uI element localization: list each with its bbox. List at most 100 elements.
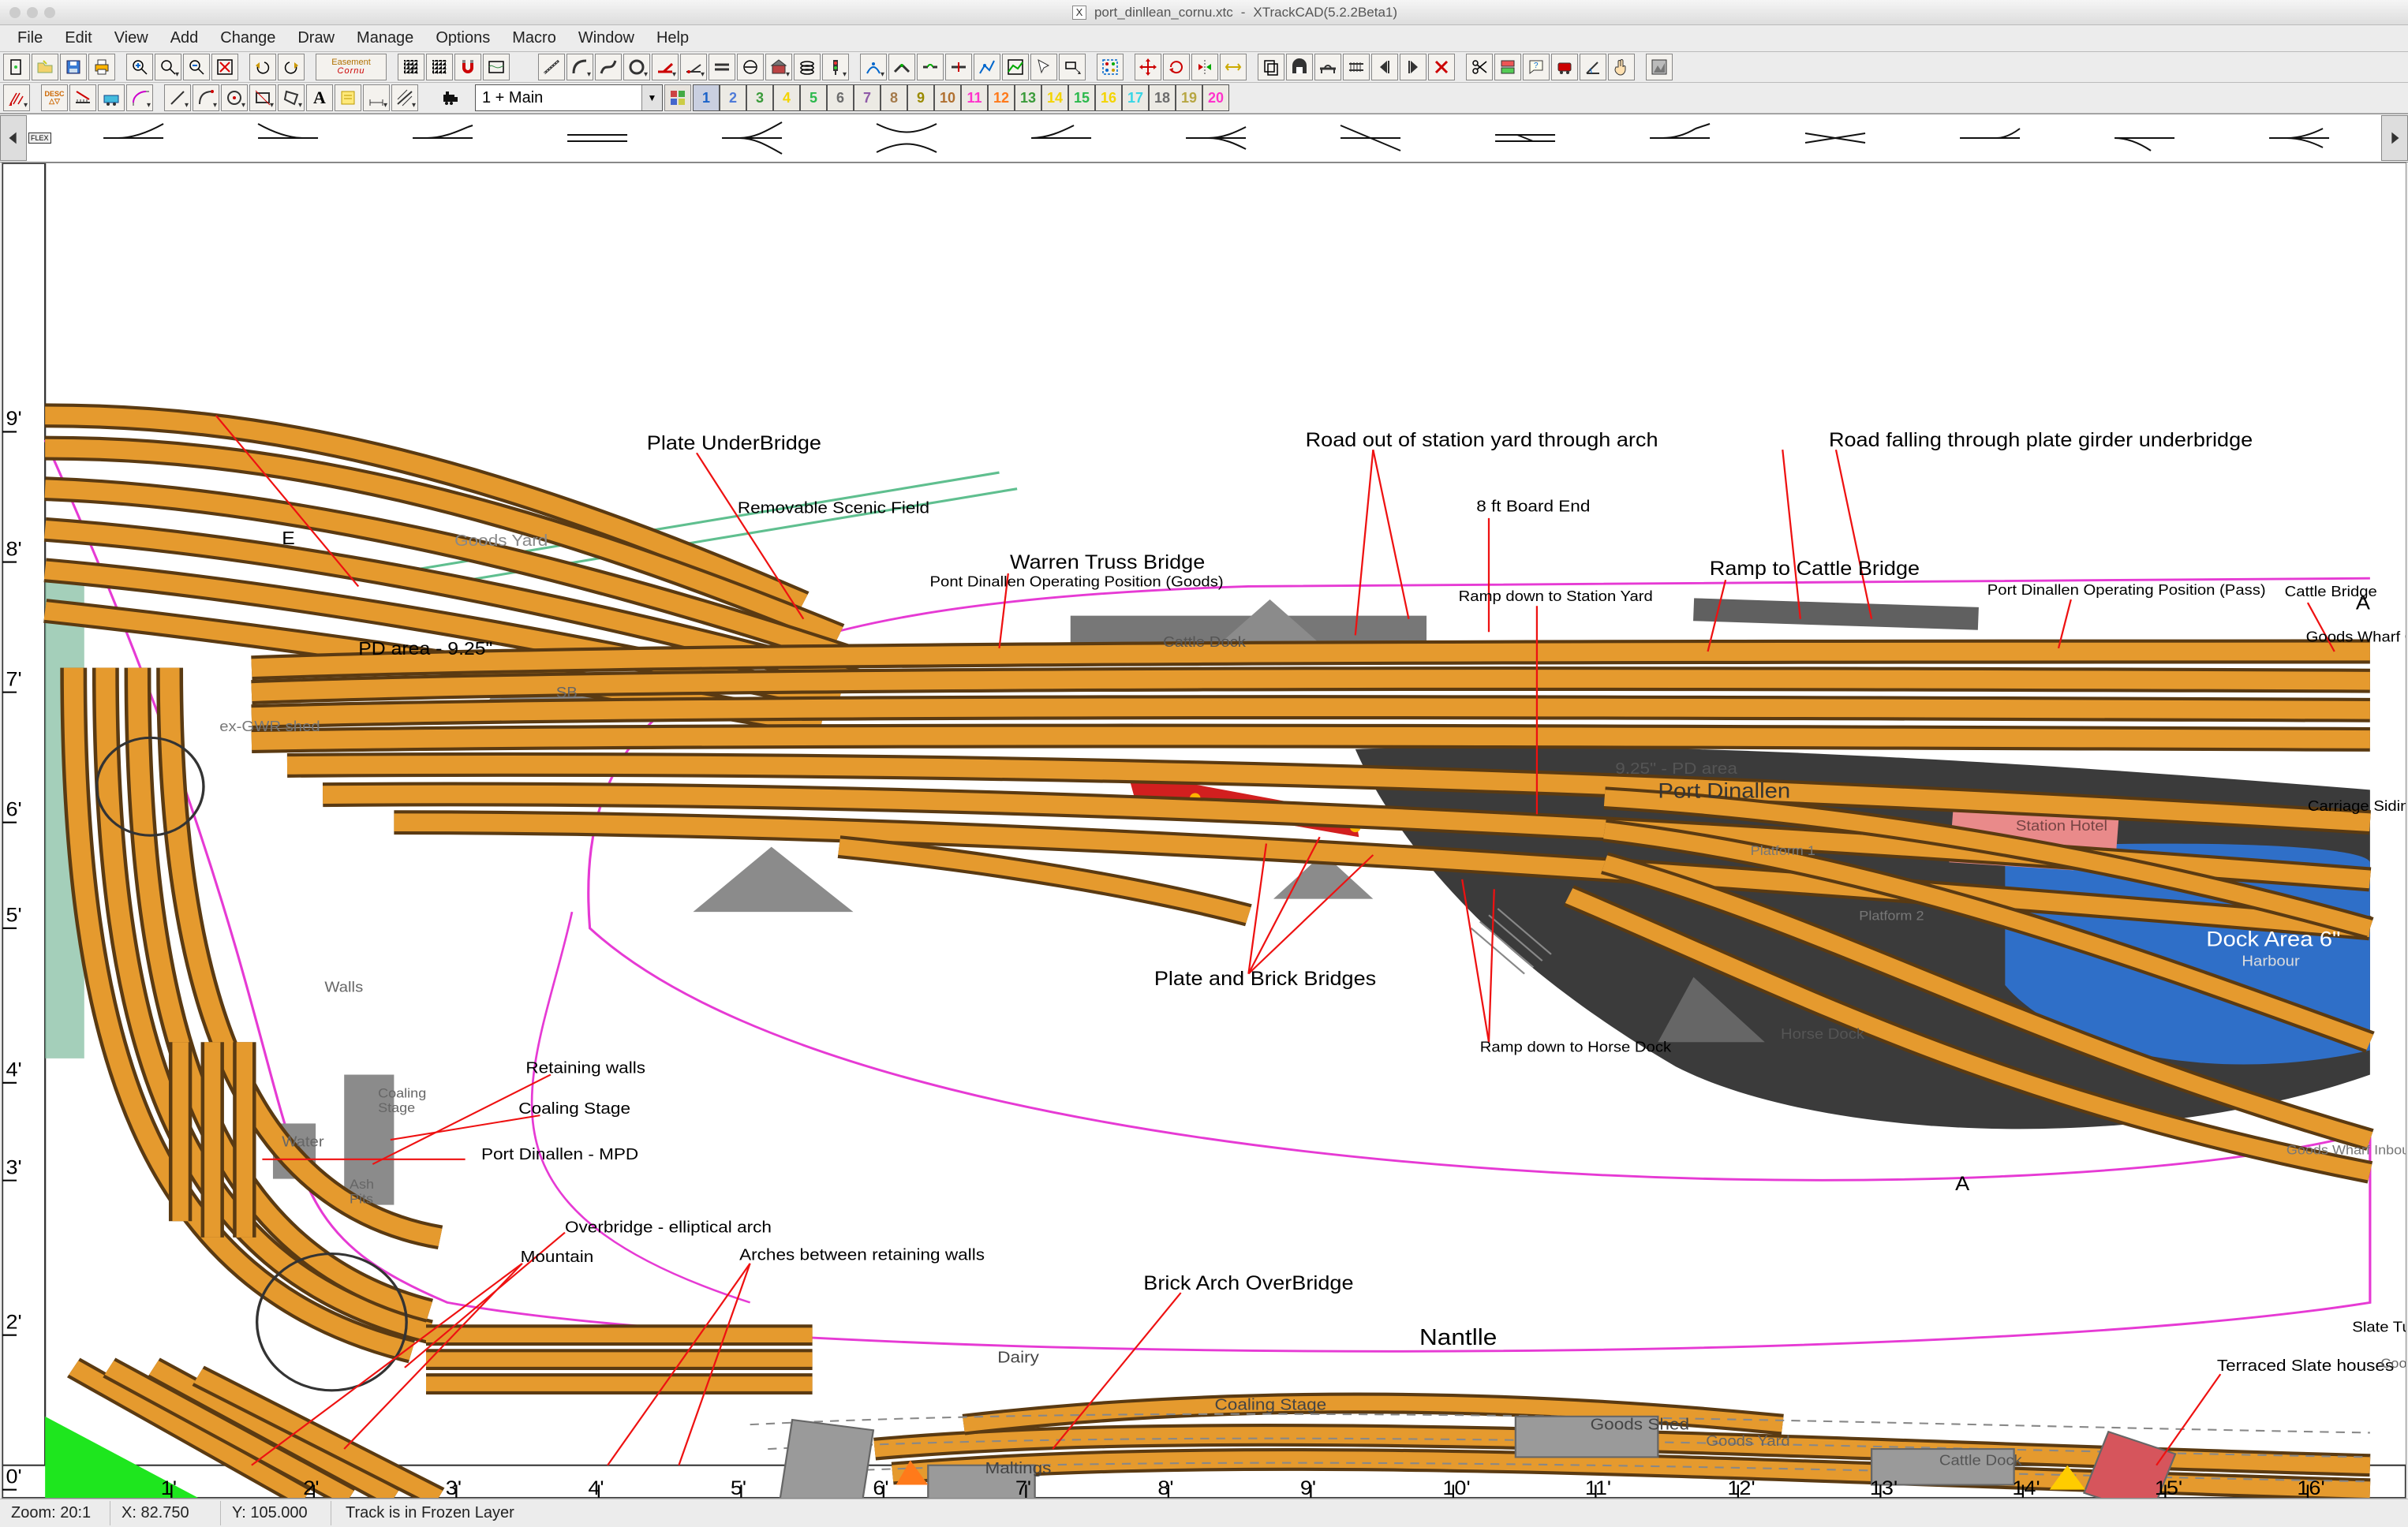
draw-circle-tool[interactable] bbox=[221, 84, 248, 111]
flip-tool[interactable] bbox=[1191, 54, 1218, 80]
layer-button-1[interactable]: 1 bbox=[693, 84, 720, 111]
select-all-button[interactable] bbox=[1097, 54, 1124, 80]
draw-text-tool[interactable]: A bbox=[306, 84, 333, 111]
layer-button-9[interactable]: 9 bbox=[907, 84, 934, 111]
hotbar-part-9[interactable] bbox=[1294, 119, 1447, 157]
layer-button-8[interactable]: 8 bbox=[881, 84, 907, 111]
layer-button-7[interactable]: 7 bbox=[854, 84, 881, 111]
hotbar-part-4[interactable] bbox=[521, 119, 674, 157]
hotbar-part-1[interactable] bbox=[57, 119, 210, 157]
zoom-out-button[interactable] bbox=[183, 54, 210, 80]
layer-select-dropdown[interactable]: ▼ bbox=[641, 85, 662, 110]
menu-manage[interactable]: Manage bbox=[346, 26, 424, 50]
hotbar-part-14[interactable] bbox=[2068, 119, 2221, 157]
layer-button-10[interactable]: 10 bbox=[934, 84, 961, 111]
describe-props-tool[interactable]: DESC△▽ bbox=[41, 84, 68, 111]
hotbar-next-button[interactable] bbox=[2381, 115, 2408, 161]
hotbar-part-15[interactable] bbox=[2223, 119, 2376, 157]
menu-add[interactable]: Add bbox=[159, 26, 210, 50]
hotbar-part-10[interactable] bbox=[1449, 119, 1602, 157]
hotbar-part-13[interactable] bbox=[1913, 119, 2066, 157]
new-file-button[interactable] bbox=[3, 54, 30, 80]
menu-file[interactable]: File bbox=[6, 26, 54, 50]
layer-button-2[interactable]: 2 bbox=[720, 84, 746, 111]
menu-change[interactable]: Change bbox=[209, 26, 286, 50]
layer-button-14[interactable]: 14 bbox=[1041, 84, 1068, 111]
move-tool[interactable] bbox=[1135, 54, 1161, 80]
layer-button-17[interactable]: 17 bbox=[1122, 84, 1149, 111]
elevation-tool[interactable] bbox=[974, 54, 1000, 80]
redo-button[interactable] bbox=[278, 54, 305, 80]
save-file-button[interactable] bbox=[60, 54, 87, 80]
minimize-window-dot[interactable] bbox=[27, 7, 38, 18]
layer-button-12[interactable]: 12 bbox=[988, 84, 1015, 111]
hotbar-part-5[interactable] bbox=[675, 119, 828, 157]
turntable-tool[interactable] bbox=[737, 54, 764, 80]
menu-draw[interactable]: Draw bbox=[286, 26, 346, 50]
layer-button-19[interactable]: 19 bbox=[1176, 84, 1202, 111]
close-window-dot[interactable] bbox=[9, 7, 21, 18]
hotbar-part-6[interactable] bbox=[830, 119, 983, 157]
circle-track-tool[interactable] bbox=[623, 54, 650, 80]
hotbar-part-11[interactable] bbox=[1603, 119, 1756, 157]
benchwork-tool[interactable] bbox=[391, 84, 418, 111]
map-toggle[interactable] bbox=[483, 54, 510, 80]
draw-box-tool[interactable] bbox=[249, 84, 276, 111]
background-tool[interactable] bbox=[1646, 54, 1673, 80]
hotbar-prev-button[interactable] bbox=[0, 115, 27, 161]
bridge-tool[interactable] bbox=[1314, 54, 1341, 80]
join-tracks-tool[interactable] bbox=[888, 54, 915, 80]
layer-button-4[interactable]: 4 bbox=[773, 84, 800, 111]
scissors-tool[interactable] bbox=[1466, 54, 1493, 80]
ties-toggle[interactable] bbox=[1343, 54, 1370, 80]
easement-button[interactable]: Easement Cornu bbox=[316, 54, 387, 80]
straight-track-tool[interactable] bbox=[538, 54, 565, 80]
car-inventory-tool[interactable] bbox=[98, 84, 125, 111]
curve-track-tool[interactable] bbox=[566, 54, 593, 80]
cornu-track-tool[interactable] bbox=[595, 54, 622, 80]
flip-arrows-tool[interactable] bbox=[1220, 54, 1247, 80]
layer-button-18[interactable]: 18 bbox=[1149, 84, 1176, 111]
draw-line-tool[interactable] bbox=[164, 84, 191, 111]
angle-tool[interactable] bbox=[1580, 54, 1606, 80]
train-tool[interactable] bbox=[1551, 54, 1578, 80]
menu-view[interactable]: View bbox=[103, 26, 159, 50]
tunnel-tool[interactable] bbox=[1286, 54, 1313, 80]
clipboard-copy[interactable] bbox=[1258, 54, 1284, 80]
layer-select-input[interactable] bbox=[476, 88, 641, 109]
split-track-tool[interactable] bbox=[945, 54, 972, 80]
hotbar-part-3[interactable] bbox=[366, 119, 519, 157]
open-file-button[interactable] bbox=[32, 54, 58, 80]
dimension-tool[interactable] bbox=[363, 84, 390, 111]
menu-window[interactable]: Window bbox=[567, 26, 645, 50]
connect-tracks-tool[interactable] bbox=[917, 54, 944, 80]
layer-palette-button[interactable] bbox=[664, 84, 691, 111]
profile-tool[interactable] bbox=[1002, 54, 1029, 80]
note-tool[interactable] bbox=[335, 84, 361, 111]
above-below-tool[interactable] bbox=[1494, 54, 1521, 80]
show-grid-toggle[interactable] bbox=[426, 54, 453, 80]
zoom-select-button[interactable] bbox=[155, 54, 181, 80]
structure-tool[interactable] bbox=[765, 54, 792, 80]
ruler-tool[interactable] bbox=[126, 84, 153, 111]
menu-options[interactable]: Options bbox=[424, 26, 501, 50]
select-tool[interactable] bbox=[1030, 54, 1057, 80]
undo-button[interactable] bbox=[249, 54, 276, 80]
layer-button-3[interactable]: 3 bbox=[746, 84, 773, 111]
drawing-canvas[interactable]: 9'8'7'6'5'4'3'2'0'1'2'3'4'5'6'7'8'9'10'1… bbox=[2, 162, 2406, 1499]
layer-button-5[interactable]: 5 bbox=[800, 84, 827, 111]
layer-button-20[interactable]: 20 bbox=[1202, 84, 1229, 111]
hotbar-part-12[interactable] bbox=[1759, 119, 1912, 157]
delete-tool[interactable] bbox=[1428, 54, 1455, 80]
menu-macro[interactable]: Macro bbox=[501, 26, 567, 50]
snap-grid-toggle[interactable] bbox=[398, 54, 424, 80]
zoom-in-button[interactable] bbox=[126, 54, 153, 80]
zoom-extents-button[interactable] bbox=[211, 54, 238, 80]
turnout-tool[interactable] bbox=[652, 54, 679, 80]
go-prev-button[interactable] bbox=[1371, 54, 1398, 80]
zoom-window-dot[interactable] bbox=[44, 7, 55, 18]
draw-curve-tool[interactable] bbox=[193, 84, 219, 111]
draw-polygon-tool[interactable] bbox=[278, 84, 305, 111]
layer-button-6[interactable]: 6 bbox=[827, 84, 854, 111]
hotbar-part-7[interactable] bbox=[985, 119, 1138, 157]
